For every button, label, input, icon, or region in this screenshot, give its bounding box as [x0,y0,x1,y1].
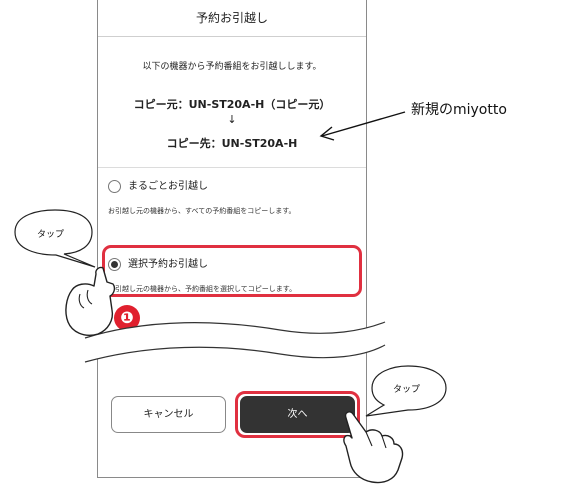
hand-pointer-icon [343,411,404,484]
